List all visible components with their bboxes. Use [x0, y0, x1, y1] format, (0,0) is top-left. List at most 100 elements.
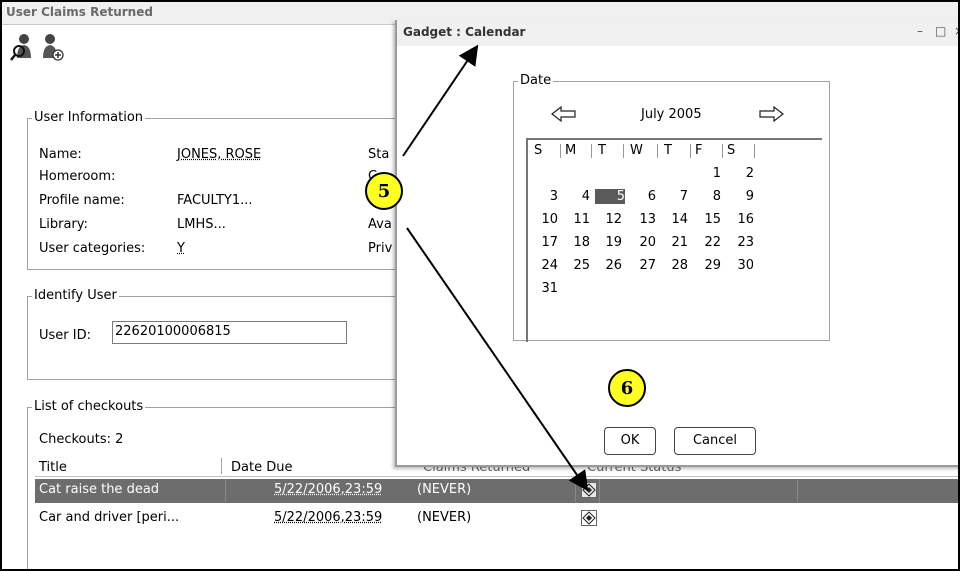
- user-information-legend: User Information: [32, 110, 146, 126]
- header-divider: [690, 144, 691, 158]
- maximize-icon[interactable]: □: [935, 24, 946, 38]
- right-arrow-icon[interactable]: [758, 106, 784, 122]
- calendar-day[interactable]: 1: [691, 166, 721, 181]
- claims-date-picker-button[interactable]: [581, 482, 597, 498]
- library-label: Library:: [39, 217, 88, 232]
- user-id-label: User ID:: [39, 328, 91, 343]
- calendar-day[interactable]: 25: [560, 258, 590, 273]
- calendar-day[interactable]: 10: [528, 212, 558, 227]
- column-date-due[interactable]: Date Due: [231, 460, 292, 475]
- calendar-day[interactable]: 21: [658, 235, 688, 250]
- left-arrow-icon[interactable]: [551, 106, 577, 122]
- calendar-day[interactable]: 11: [560, 212, 590, 227]
- row-due-date[interactable]: 5/22/2006,23:59: [274, 510, 382, 525]
- cell-divider: [797, 479, 798, 503]
- calendar-day[interactable]: 28: [658, 258, 688, 273]
- name-value-link[interactable]: JONES, ROSE: [177, 147, 261, 162]
- calendar-day[interactable]: 12: [592, 212, 622, 227]
- calendar-day[interactable]: 2: [724, 166, 754, 181]
- user-id-input[interactable]: 22620100006815: [112, 321, 347, 344]
- checkouts-count: Checkouts: 2: [39, 432, 124, 447]
- row-title: Cat raise the dead: [39, 482, 160, 497]
- homeroom-label: Homeroom:: [39, 169, 116, 184]
- ok-button[interactable]: OK: [604, 427, 656, 455]
- calendar-day[interactable]: 27: [626, 258, 656, 273]
- day-header-wed: W: [630, 143, 643, 158]
- calendar-day[interactable]: 15: [691, 212, 721, 227]
- cell-divider: [225, 479, 226, 503]
- calendar-day-selected[interactable]: 5: [595, 189, 625, 204]
- screenshot-frame: User Claims Returned User Information Na…: [0, 0, 960, 571]
- calendar-day[interactable]: 8: [691, 189, 721, 204]
- calendar-day[interactable]: 4: [560, 189, 590, 204]
- name-label: Name:: [39, 147, 82, 162]
- day-header-thu: T: [664, 143, 672, 158]
- calendar-day[interactable]: 3: [528, 189, 558, 204]
- column-divider: [221, 458, 222, 474]
- calendar-day[interactable]: 13: [626, 212, 656, 227]
- date-legend: Date: [518, 73, 554, 89]
- column-title[interactable]: Title: [39, 460, 67, 475]
- main-window-title: User Claims Returned: [6, 5, 153, 19]
- table-row[interactable]: Car and driver [peri... 5/22/2006,23:59 …: [35, 507, 958, 531]
- checkouts-legend: List of checkouts: [32, 399, 146, 415]
- dialog-title: Gadget : Calendar: [403, 25, 526, 39]
- privilege-label-partial: Priv: [368, 241, 393, 256]
- calendar-day[interactable]: 18: [560, 235, 590, 250]
- header-divider: [722, 144, 723, 158]
- calendar-day[interactable]: 7: [658, 189, 688, 204]
- close-icon[interactable]: ×: [954, 24, 958, 38]
- diamond-icon: [582, 511, 596, 525]
- date-group: Date July 2005 S M T W T F S 1 2 3 4 5 6…: [513, 73, 830, 342]
- calendar-day[interactable]: 26: [592, 258, 622, 273]
- user-search-icon[interactable]: [10, 32, 34, 62]
- cancel-button[interactable]: Cancel: [674, 427, 756, 455]
- calendar-day[interactable]: 29: [691, 258, 721, 273]
- cell-divider: [599, 479, 600, 503]
- day-header-sat: S: [727, 143, 736, 158]
- day-header-mon: M: [565, 143, 577, 158]
- user-categories-label: User categories:: [39, 241, 146, 256]
- add-user-icon[interactable]: [40, 32, 64, 62]
- calendar-day[interactable]: 22: [691, 235, 721, 250]
- calendar-day[interactable]: 31: [528, 281, 558, 296]
- calendar-day[interactable]: 6: [626, 189, 656, 204]
- callout-5: 5: [365, 172, 403, 210]
- row-title: Car and driver [peri...: [39, 510, 180, 525]
- identify-user-legend: Identify User: [32, 288, 119, 304]
- header-divider: [754, 144, 755, 158]
- available-label-partial: Ava: [368, 217, 392, 232]
- day-header-tue: T: [598, 143, 606, 158]
- row-due-date[interactable]: 5/22/2006,23:59: [274, 482, 382, 497]
- status-label-partial: Sta: [368, 147, 390, 162]
- calendar-day[interactable]: 20: [626, 235, 656, 250]
- header-divider: [657, 144, 658, 158]
- claims-date-picker-button[interactable]: [581, 510, 597, 526]
- day-header-sun: S: [534, 143, 543, 158]
- callout-6: 6: [608, 369, 646, 407]
- cell-divider: [575, 479, 576, 503]
- header-divider: [591, 144, 592, 158]
- calendar-day[interactable]: 19: [592, 235, 622, 250]
- profile-value: FACULTY1...: [177, 193, 253, 208]
- calendar-day[interactable]: 16: [724, 212, 754, 227]
- diamond-icon: [582, 483, 596, 497]
- header-divider: [560, 144, 561, 158]
- row-claims: (NEVER): [417, 482, 472, 497]
- profile-label: Profile name:: [39, 193, 125, 208]
- calendar-day[interactable]: 9: [724, 189, 754, 204]
- calendar-day[interactable]: 24: [528, 258, 558, 273]
- library-value: LMHS...: [177, 217, 226, 232]
- calendar-day[interactable]: 14: [658, 212, 688, 227]
- calendar-day[interactable]: 30: [724, 258, 754, 273]
- minimize-icon[interactable]: –: [917, 24, 923, 38]
- calendar-dialog: Gadget : Calendar – □ × Date July 2005 S…: [395, 20, 958, 467]
- table-row[interactable]: Cat raise the dead 5/22/2006,23:59 (NEVE…: [35, 479, 958, 503]
- calendar-day[interactable]: 17: [528, 235, 558, 250]
- user-categories-link[interactable]: Y: [177, 241, 185, 256]
- header-divider: [623, 144, 624, 158]
- calendar-day[interactable]: 23: [724, 235, 754, 250]
- calendar-grid: S M T W T F S 1 2 3 4 5 6 7 8 9 10 11 12 13 14 15 16 17 1…: [526, 138, 822, 342]
- day-header-fri: F: [695, 143, 703, 158]
- row-claims: (NEVER): [417, 510, 472, 525]
